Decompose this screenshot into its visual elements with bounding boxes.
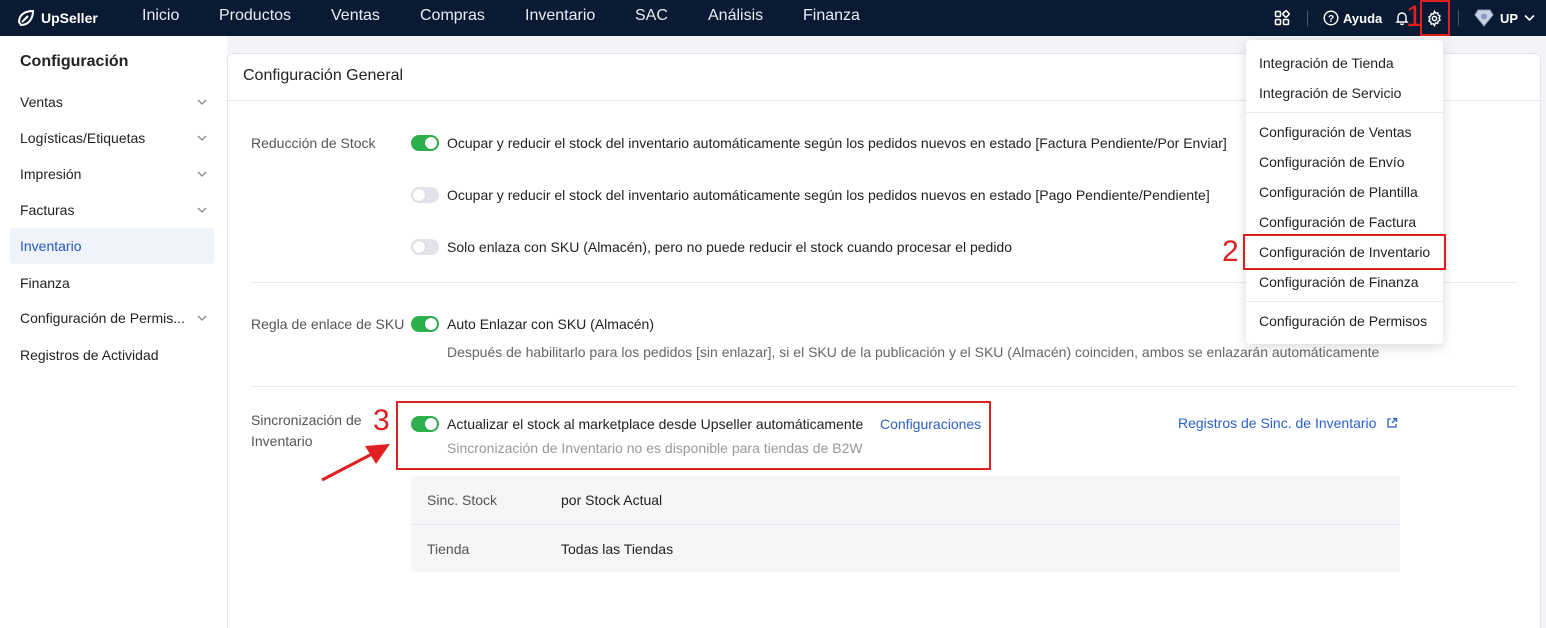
brand-name: UpSeller <box>41 10 98 26</box>
upseller-logo-icon <box>17 9 35 27</box>
nav-ventas[interactable]: Ventas <box>331 0 380 36</box>
section-divider <box>251 386 1517 387</box>
menu-item-config-permisos[interactable]: Configuración de Permisos <box>1259 313 1427 329</box>
chevron-down-icon <box>1524 14 1535 22</box>
menu-item-config-ventas[interactable]: Configuración de Ventas <box>1259 124 1412 140</box>
annotation-number-3: 3 <box>373 404 390 437</box>
page-title: Configuración General <box>243 67 404 84</box>
sku-link-label: Regla de enlace de SKU <box>251 316 405 332</box>
nav-analisis[interactable]: Análisis <box>708 0 763 36</box>
menu-item-config-factura[interactable]: Configuración de Factura <box>1259 214 1416 230</box>
nav-compras[interactable]: Compras <box>420 0 485 36</box>
stock-reduction-toggle-3[interactable] <box>411 239 439 255</box>
sidebar-item-label: Configuración de Permis... <box>20 310 185 326</box>
sidebar-item-label: Finanza <box>20 275 70 291</box>
app-root: UpSeller Inicio Productos Ventas Compras… <box>0 0 1546 628</box>
sidebar-item-facturas[interactable]: Facturas <box>10 192 214 228</box>
user-label: UP <box>1500 10 1519 26</box>
help-label: Ayuda <box>1343 10 1383 26</box>
sku-link-option: Auto Enlazar con SKU (Almacén) <box>447 316 654 332</box>
sidebar-item-label: Inventario <box>20 238 82 254</box>
brand-logo[interactable]: UpSeller <box>16 7 98 29</box>
annotation-box-inventory-config <box>1243 234 1446 270</box>
help-circle-icon: ? <box>1323 10 1339 26</box>
diamond-badge-icon <box>1474 9 1494 27</box>
sidebar-item-impresion[interactable]: Impresión <box>10 156 214 192</box>
chevron-down-icon <box>197 135 207 141</box>
annotation-box-sync <box>396 401 991 470</box>
chevron-down-icon <box>197 207 207 213</box>
sidebar-item-permisos[interactable]: Configuración de Permis... <box>10 300 214 336</box>
sidebar-item-label: Ventas <box>20 94 63 110</box>
menu-item-config-envio[interactable]: Configuración de Envío <box>1259 154 1405 170</box>
annotation-number-2: 2 <box>1222 235 1239 268</box>
sku-link-toggle[interactable] <box>411 316 439 332</box>
table-row-divider <box>411 524 1400 525</box>
chevron-down-icon <box>197 99 207 105</box>
chevron-down-icon <box>197 171 207 177</box>
svg-text:?: ? <box>1328 14 1334 25</box>
sync-stock-value: por Stock Actual <box>561 492 663 508</box>
stock-reduction-option-2: Ocupar y reducir el stock del inventario… <box>447 187 1210 203</box>
inventory-sync-records-link[interactable]: Registros de Sinc. de Inventario <box>1178 415 1376 431</box>
nav-inicio[interactable]: Inicio <box>142 0 179 36</box>
apps-grid-icon[interactable] <box>1272 8 1292 28</box>
store-value: Todas las Tiendas <box>561 541 674 557</box>
sidebar-item-finanza[interactable]: Finanza <box>10 265 214 301</box>
sidebar-item-registros[interactable]: Registros de Actividad <box>10 337 214 373</box>
sidebar-item-label: Registros de Actividad <box>20 347 159 363</box>
menu-item-config-finanza[interactable]: Configuración de Finanza <box>1259 274 1419 290</box>
chevron-down-icon <box>197 315 207 321</box>
stock-reduction-toggle-1[interactable] <box>411 135 439 151</box>
annotation-box-settings <box>1420 0 1450 36</box>
menu-item-integracion-tienda[interactable]: Integración de Tienda <box>1259 55 1394 71</box>
sidebar-item-logisticas[interactable]: Logísticas/Etiquetas <box>10 120 214 156</box>
topbar-separator <box>1458 10 1459 26</box>
nav-inventario[interactable]: Inventario <box>525 0 595 36</box>
menu-item-config-plantilla[interactable]: Configuración de Plantilla <box>1259 184 1418 200</box>
inventory-sync-label-line1: Sincronización de <box>251 412 362 428</box>
stock-reduction-toggle-2[interactable] <box>411 187 439 203</box>
stock-reduction-option-3: Solo enlaza con SKU (Almacén), pero no p… <box>447 239 1012 255</box>
nav-sac[interactable]: SAC <box>635 0 668 36</box>
stock-reduction-label: Reducción de Stock <box>251 135 376 151</box>
menu-item-integracion-servicio[interactable]: Integración de Servicio <box>1259 85 1401 101</box>
user-menu[interactable]: UP <box>1474 7 1535 29</box>
sidebar-title: Configuración <box>20 53 129 70</box>
sku-link-description: Después de habilitarlo para los pedidos … <box>447 344 1380 360</box>
menu-separator <box>1246 112 1443 113</box>
store-label: Tienda <box>427 541 470 557</box>
nav-productos[interactable]: Productos <box>219 0 291 36</box>
annotation-arrow-icon <box>321 444 390 482</box>
sidebar-item-ventas[interactable]: Ventas <box>10 84 214 120</box>
sidebar-item-label: Impresión <box>20 166 82 182</box>
top-navigation-bar: UpSeller Inicio Productos Ventas Compras… <box>0 0 1546 36</box>
sidebar-item-label: Facturas <box>20 202 75 218</box>
external-link-icon[interactable] <box>1386 417 1398 429</box>
menu-separator <box>1246 301 1443 302</box>
inventory-sync-label-line2: Inventario <box>251 433 313 449</box>
sync-stock-label: Sinc. Stock <box>427 492 498 508</box>
help-button[interactable]: ? Ayuda <box>1323 8 1382 28</box>
sidebar-item-inventario[interactable]: Inventario <box>10 228 214 264</box>
nav-finanza[interactable]: Finanza <box>803 0 860 36</box>
topbar-separator <box>1307 10 1308 26</box>
sidebar-item-label: Logísticas/Etiquetas <box>20 130 146 146</box>
stock-reduction-option-1: Ocupar y reducir el stock del inventario… <box>447 135 1227 151</box>
